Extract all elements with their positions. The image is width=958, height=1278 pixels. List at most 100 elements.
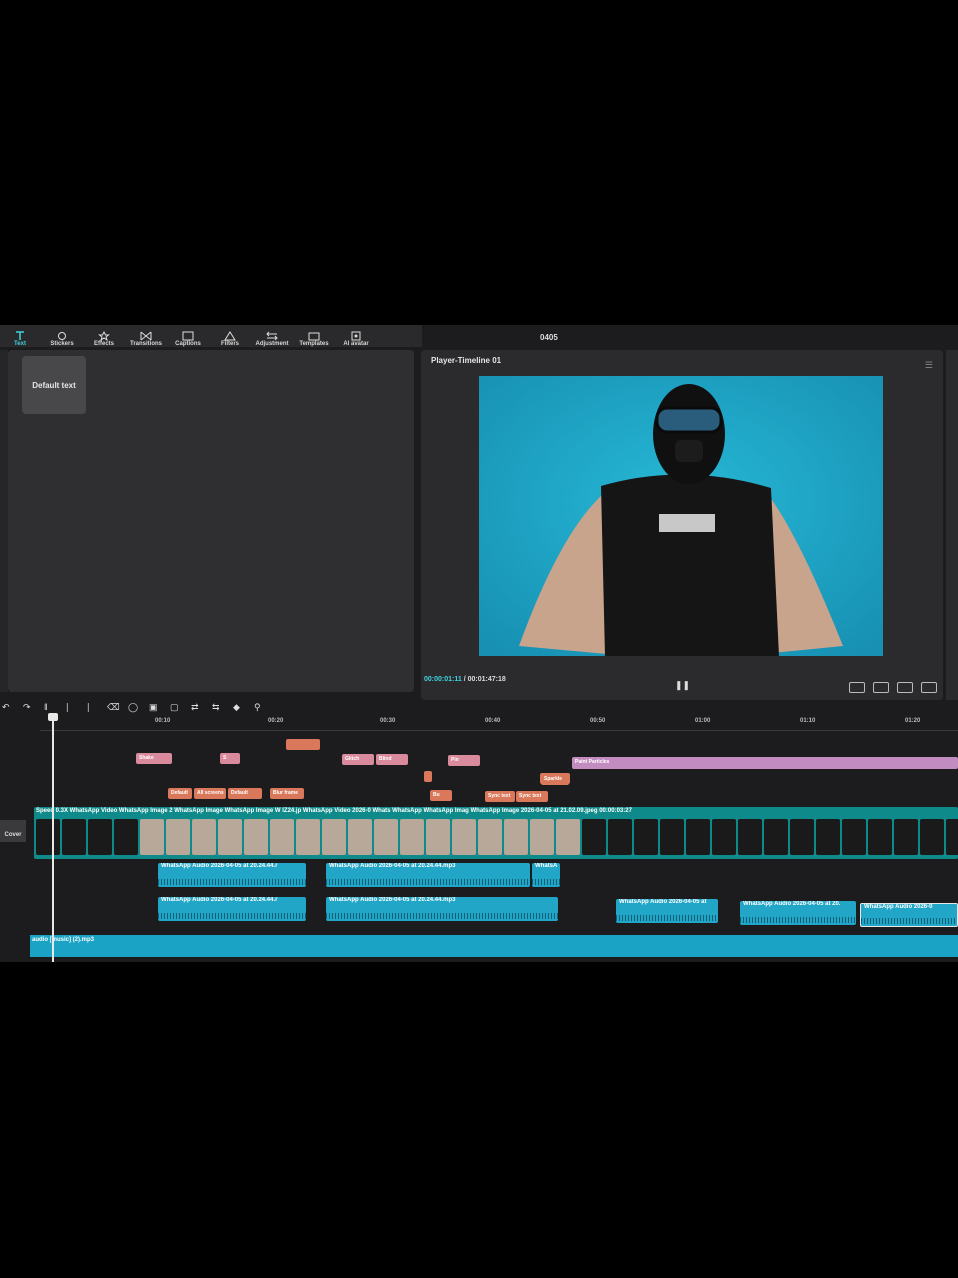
fit-icon[interactable] — [873, 682, 889, 693]
delete-icon[interactable]: ⌫ — [107, 702, 120, 712]
ai-avatar-icon — [351, 331, 361, 341]
tool-transitions[interactable]: Transitions — [128, 331, 164, 347]
freeze-icon[interactable]: ▣ — [149, 702, 160, 712]
keyframe-icon[interactable]: ◆ — [233, 702, 244, 712]
tool-label: Stickers — [50, 341, 74, 347]
timeline-tracks: Shake S Glitch Blind Pin Paint Particles… — [0, 731, 958, 962]
text-icon — [16, 331, 24, 340]
window-title: 0405 — [540, 333, 558, 342]
text-clip[interactable]: Default — [228, 788, 262, 799]
video-track-labels: Speed 0.3X WhatsApp Video WhatsApp Image… — [36, 808, 632, 814]
pause-button[interactable]: ❚❚ — [675, 680, 690, 691]
transitions-icon — [140, 331, 152, 341]
text-clip[interactable]: Bu — [430, 790, 452, 801]
text-clip[interactable]: All screens — [194, 788, 226, 799]
current-time: 00:00:01:11 — [424, 676, 462, 683]
tool-stickers[interactable]: Stickers — [44, 331, 80, 347]
ruler-tick: 00:40 — [485, 718, 501, 724]
tool-templates[interactable]: Templates — [296, 331, 332, 347]
player-title: Player-Timeline 01 — [431, 356, 502, 365]
reverse-icon[interactable]: ⇄ — [191, 702, 202, 712]
menu-icon[interactable]: ☰ — [925, 360, 933, 371]
video-frames — [36, 819, 958, 855]
split-icon[interactable]: ‖ — [44, 702, 55, 712]
tool-effects[interactable]: Effects — [86, 331, 122, 347]
split-left-icon[interactable]: ∣ — [65, 702, 76, 712]
ratio-icon[interactable] — [897, 682, 913, 693]
audio-clip[interactable]: WhatsApp Audio 2026-04-05 at 20. — [740, 901, 856, 925]
inspector-rail — [946, 350, 958, 700]
text-clip[interactable]: Blur frame — [270, 788, 304, 799]
timeline-toolbar: ↶ ↷ ‖ ∣ ∣ ⌫ ◯ ▣ ▢ ⇄ ⇆ ◆ ⚲ — [0, 699, 958, 715]
audio-clip-selected[interactable]: WhatsApp Audio 2026-0 — [860, 903, 958, 927]
effect-clip[interactable]: Blind — [376, 754, 408, 765]
zoom-icon[interactable]: ⚲ — [254, 702, 265, 712]
duration: 00:01:47:18 — [467, 676, 506, 683]
tool-filters[interactable]: Filters — [212, 331, 248, 347]
effect-clip[interactable]: Paint Particles — [572, 757, 958, 769]
text-clip[interactable]: Sync text — [485, 791, 515, 802]
split-right-icon[interactable]: ∣ — [86, 702, 97, 712]
undo-icon[interactable]: ↶ — [2, 702, 13, 712]
effect-clip[interactable] — [424, 771, 432, 782]
tool-label: Effects — [93, 341, 114, 347]
sticker-icon — [58, 332, 66, 340]
audio-clip[interactable]: WhatsApp Audio 2026-04-05 at 20.24.44.mp… — [326, 863, 530, 887]
tool-adjustment[interactable]: Adjustment — [254, 331, 290, 347]
default-text-card[interactable]: Default text — [22, 356, 86, 414]
ruler-tick: 01:00 — [695, 718, 711, 724]
tool-label: Text — [14, 341, 26, 347]
main-video-track[interactable]: Speed 0.3X WhatsApp Video WhatsApp Image… — [34, 807, 958, 859]
audio-clip[interactable]: WhatsApp Audio 2026-04-05 at 20.24.44.mp… — [326, 897, 558, 921]
crop-icon[interactable]: ▢ — [170, 702, 181, 712]
effect-clip[interactable]: S — [220, 753, 240, 764]
tool-ai-avatar[interactable]: AI avatar — [338, 331, 374, 347]
shield-icon[interactable]: ◯ — [128, 702, 139, 712]
text-clip[interactable]: Sparkle — [541, 774, 569, 785]
asset-toolbar: Text Stickers Effects Transitions Captio… — [0, 325, 422, 347]
effects-icon — [98, 331, 110, 341]
text-panel: Default text — [8, 350, 414, 692]
preview-frame — [479, 376, 883, 656]
tool-label: Templates — [299, 341, 329, 347]
editor-window: Text Stickers Effects Transitions Captio… — [0, 325, 958, 962]
ruler-tick: 00:30 — [380, 718, 396, 724]
audio-clip[interactable]: WhatsApp Audio 2026-04-05 at 20.24.44.r — [158, 863, 306, 887]
ruler-tick: 00:10 — [155, 718, 171, 724]
playhead[interactable] — [52, 715, 54, 962]
snapshot-icon[interactable] — [849, 682, 865, 693]
text-clip[interactable]: Default — [168, 788, 192, 799]
left-rail — [0, 350, 8, 692]
tool-label: Captions — [175, 341, 201, 347]
effect-clip[interactable] — [286, 739, 320, 750]
cover-button[interactable]: Cover — [0, 820, 26, 842]
tool-label: Filters — [220, 341, 239, 347]
ruler-tick: 01:20 — [905, 718, 921, 724]
redo-icon[interactable]: ↷ — [23, 702, 34, 712]
video-preview[interactable] — [479, 376, 883, 656]
time-ruler[interactable]: 00:10 00:20 00:30 00:40 00:50 01:00 01:1… — [40, 718, 958, 731]
filters-icon — [224, 331, 236, 341]
audio-clip[interactable]: WhatsApp Audio 2026-04-05 at 20.24.44.r — [158, 897, 306, 921]
adjustment-icon — [266, 331, 278, 341]
effect-clip[interactable]: Pin — [448, 755, 480, 766]
text-clip[interactable]: Sync text — [516, 791, 548, 802]
music-track[interactable]: audio [music] (2).mp3 — [30, 935, 958, 957]
tool-text[interactable]: Text — [2, 331, 38, 347]
player-panel: Player-Timeline 01 ☰ 00:00:01:11 / 00:01… — [421, 350, 943, 700]
music-track-label: audio [music] (2).mp3 — [32, 937, 95, 943]
player-controls — [849, 682, 937, 693]
tool-label: Adjustment — [255, 341, 289, 347]
templates-icon — [308, 332, 320, 341]
effect-clip[interactable]: Glitch — [342, 754, 374, 765]
effect-clip[interactable]: Shake — [136, 753, 172, 764]
fullscreen-icon[interactable] — [921, 682, 937, 693]
tool-label: AI avatar — [343, 341, 369, 347]
ruler-tick: 00:50 — [590, 718, 606, 724]
audio-clip[interactable]: WhatsA — [532, 863, 560, 887]
tool-captions[interactable]: Captions — [170, 331, 206, 347]
ruler-tick: 00:20 — [268, 718, 284, 724]
playhead-handle[interactable] — [48, 713, 58, 721]
audio-clip[interactable]: WhatsApp Audio 2026-04-05 at — [616, 899, 718, 923]
mirror-icon[interactable]: ⇆ — [212, 702, 223, 712]
